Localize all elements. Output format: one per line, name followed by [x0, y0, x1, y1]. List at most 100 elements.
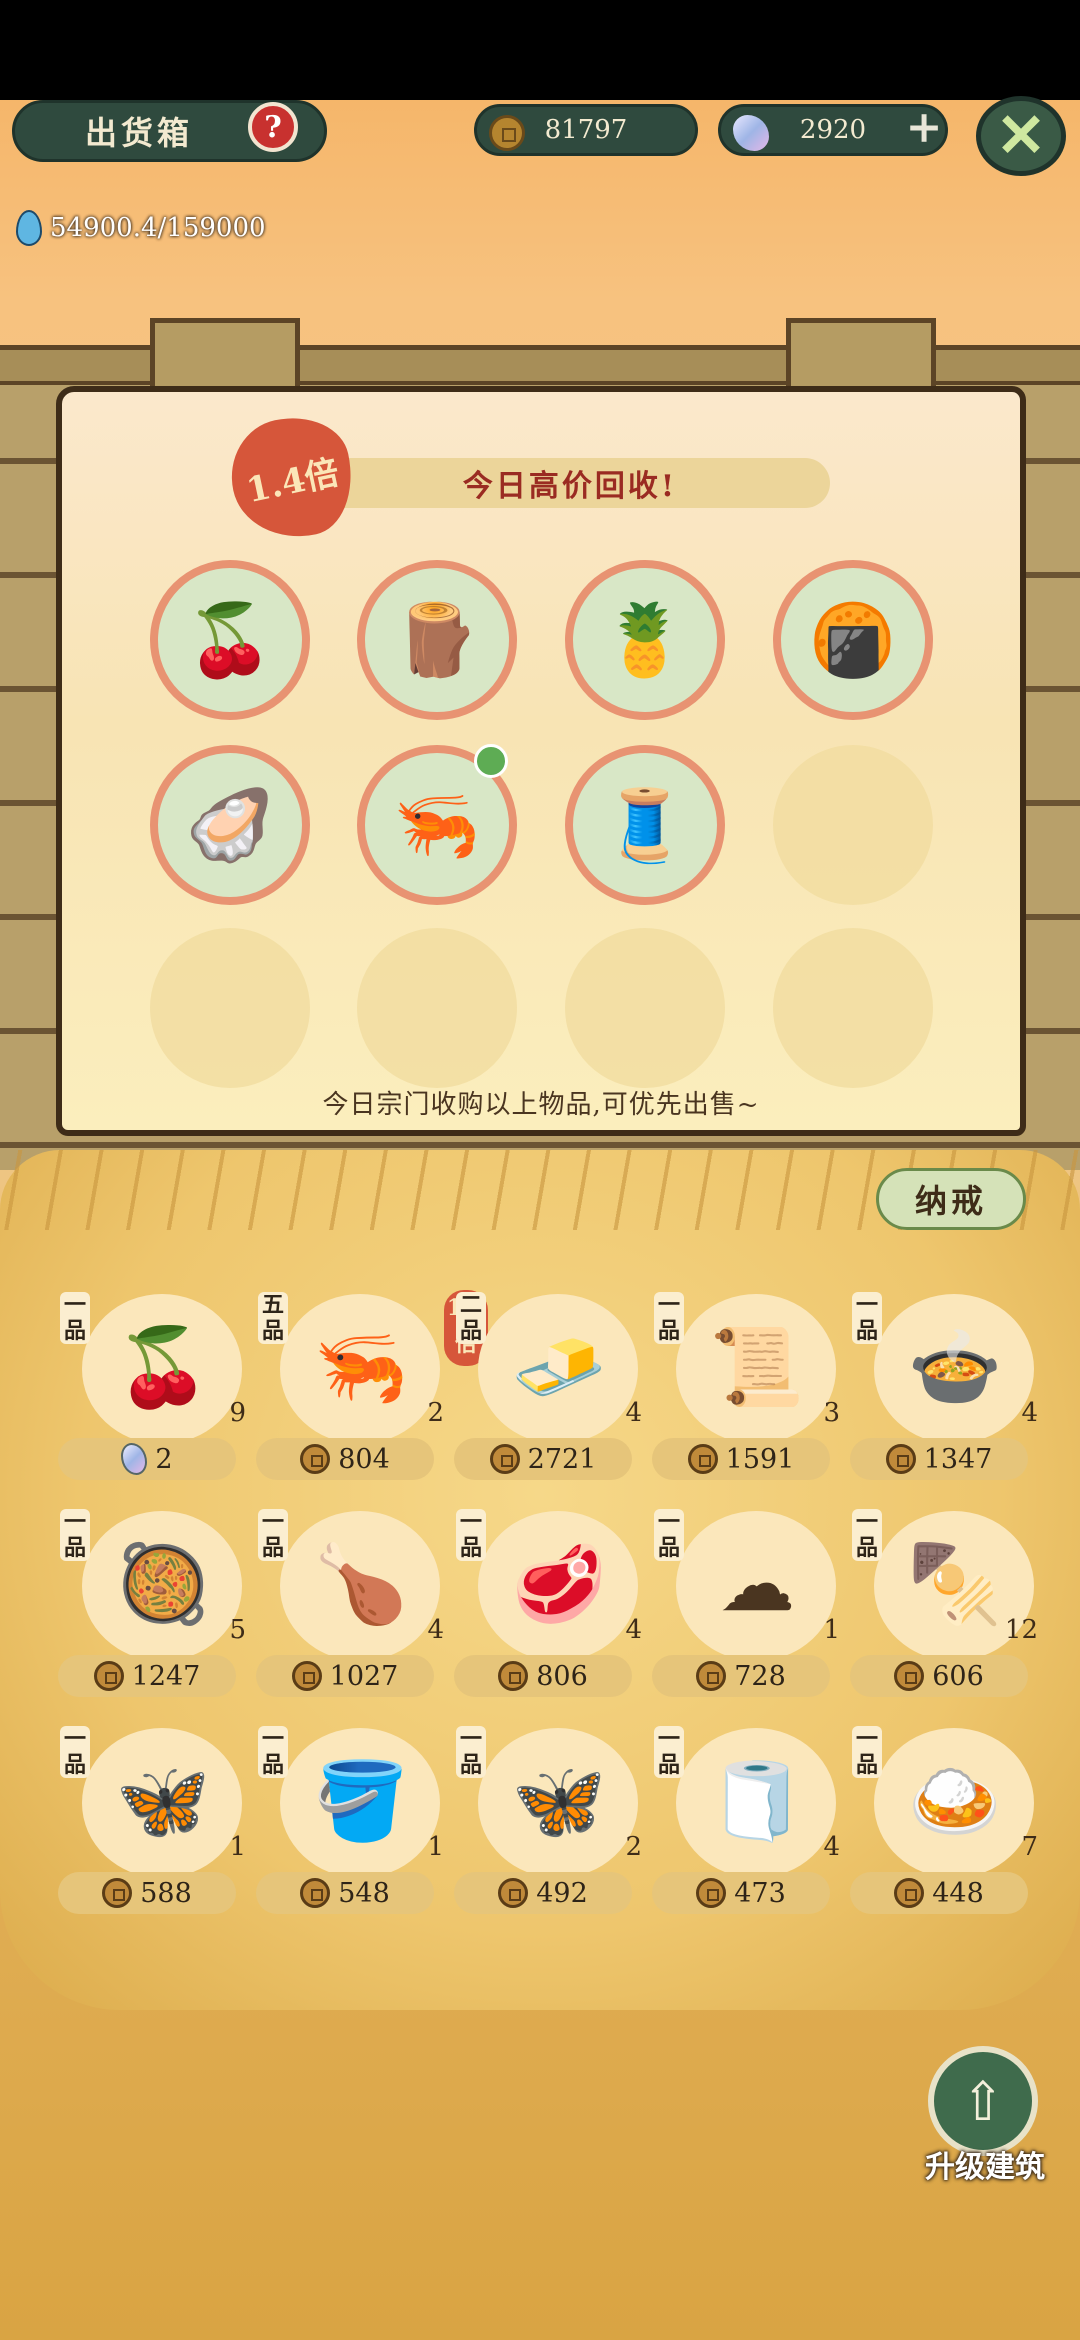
buyback-banner: 今日高价回收! — [310, 458, 830, 508]
item-count: 4 — [625, 1398, 642, 1428]
item-grade: 一品 — [654, 1726, 684, 1778]
item-grade: 一品 — [60, 1726, 90, 1778]
water-drop-icon — [16, 210, 42, 246]
upgrade-building-label[interactable]: 升级建筑 — [900, 2142, 1070, 2186]
add-gems-button[interactable]: + — [900, 106, 948, 154]
upgrade-building-button[interactable]: ⇧ — [928, 2046, 1038, 2156]
item-grade: 一品 — [258, 1726, 288, 1778]
cinnamon-icon: 🪵 — [393, 598, 481, 681]
lychee-icon: 🍒 — [186, 598, 274, 681]
item-price: 1591 — [652, 1438, 830, 1480]
item-count: 4 — [1021, 1398, 1038, 1428]
coin-icon — [498, 1878, 529, 1908]
help-icon[interactable]: ? — [248, 102, 298, 152]
storage-item[interactable]: 🍲 一品 4 1347 — [850, 1290, 1050, 1490]
water-capacity: 54900.4/159000 — [16, 206, 266, 250]
item-grade: 一品 — [60, 1292, 90, 1344]
storage-tag: 纳戒 — [876, 1168, 1026, 1230]
storage-item[interactable]: 🍛 一品 7 448 — [850, 1724, 1050, 1924]
item-price-value: 448 — [932, 1877, 984, 1909]
coin-icon — [291, 1661, 322, 1691]
item-count: 1 — [229, 1832, 246, 1862]
storage-item[interactable]: 🧻 一品 4 473 — [652, 1724, 852, 1924]
buyback-slot[interactable]: 🍍 — [565, 560, 725, 720]
item-grade: 一品 — [654, 1292, 684, 1344]
scallop-icon: 🦪 — [186, 783, 274, 866]
storage-item[interactable]: 🍢 一品 12 606 — [850, 1507, 1050, 1707]
item-price: 806 — [454, 1655, 632, 1697]
item-price-value: 1591 — [725, 1443, 795, 1475]
item-price: 473 — [652, 1872, 830, 1914]
item-price: 548 — [256, 1872, 434, 1914]
item-price: 2 — [58, 1438, 236, 1480]
blue-shrimp-icon: 🦐 — [313, 1322, 409, 1411]
close-button[interactable]: ✕ — [976, 96, 1066, 176]
storage-item[interactable]: 🍒 一品 9 2 — [58, 1290, 258, 1490]
buyback-slot[interactable]: 🦪 — [150, 745, 310, 905]
page-title-text: 出货箱 — [85, 114, 194, 152]
item-grade: 一品 — [456, 1726, 486, 1778]
item-price: 728 — [652, 1655, 830, 1697]
item-count: 5 — [229, 1615, 246, 1645]
buyback-slot[interactable]: 🍘 — [773, 560, 933, 720]
pineapple-icon: 🍍 — [601, 598, 689, 681]
upgrade-building-icon: ⇧ — [960, 2069, 1006, 2133]
item-grade: 二品 — [456, 1292, 486, 1344]
item-grade: 一品 — [456, 1509, 486, 1561]
item-price: 492 — [454, 1872, 632, 1914]
status-bar — [0, 0, 1080, 100]
empty-slot — [565, 928, 725, 1088]
dark-butterfly-icon: 🦋 — [511, 1756, 607, 1845]
roast-duck-icon: 🍗 — [313, 1539, 409, 1628]
item-price: 804 — [256, 1438, 434, 1480]
scroll-icon: 📜 — [709, 1322, 805, 1411]
coin-icon — [885, 1444, 916, 1474]
storage-item[interactable]: 📜 一品 3 1591 — [652, 1290, 852, 1490]
item-price-value: 2721 — [527, 1443, 597, 1475]
cloth-roll-icon: 🧻 — [709, 1756, 805, 1845]
empty-slot — [773, 928, 933, 1088]
item-price-value: 728 — [734, 1660, 786, 1692]
storage-item[interactable]: 🍗 一品 4 1027 — [256, 1507, 456, 1707]
item-count: 12 — [1004, 1615, 1038, 1645]
empty-slot — [150, 928, 310, 1088]
storage-item[interactable]: 🧈 二品 4 2721 — [454, 1290, 654, 1490]
coin-amount: 81797 — [544, 115, 628, 145]
item-price-value: 492 — [536, 1877, 588, 1909]
empty-slot — [357, 928, 517, 1088]
item-count: 2 — [427, 1398, 444, 1428]
item-price-value: 588 — [140, 1877, 192, 1909]
coin-icon — [894, 1661, 925, 1691]
item-price: 1247 — [58, 1655, 236, 1697]
storage-item[interactable]: 🦐五品21.4倍804 — [256, 1290, 488, 1490]
item-price-value: 606 — [932, 1660, 984, 1692]
storage-item[interactable]: 🥘 一品 5 1247 — [58, 1507, 258, 1707]
gray-butterfly-icon: 🦋 — [115, 1756, 211, 1845]
lychee-icon: 🍒 — [115, 1322, 211, 1411]
silk-spool-icon: 🧵 — [601, 783, 689, 866]
buyback-slot[interactable]: 🪵 — [357, 560, 517, 720]
storage-item[interactable]: 🥩 一品 4 806 — [454, 1507, 654, 1707]
coin-icon — [687, 1444, 718, 1474]
item-price: 1027 — [256, 1655, 434, 1697]
item-count: 9 — [229, 1398, 246, 1428]
buyback-slot[interactable]: 🍒 — [150, 560, 310, 720]
coin-icon — [300, 1444, 331, 1474]
buyback-slot[interactable]: 🧵 — [565, 745, 725, 905]
coin-icon — [102, 1878, 133, 1908]
item-price: 588 — [58, 1872, 236, 1914]
storage-item[interactable]: ☁ 一品 1 728 — [652, 1507, 852, 1707]
item-grade: 一品 — [852, 1292, 882, 1344]
storage-item[interactable]: 🦋 一品 2 492 — [454, 1724, 654, 1924]
item-count: 7 — [1021, 1832, 1038, 1862]
coin-icon — [300, 1878, 331, 1908]
storage-item[interactable]: 🦋 一品 1 588 — [58, 1724, 258, 1924]
item-price: 448 — [850, 1872, 1028, 1914]
gem-amount: 2920 — [799, 115, 867, 145]
item-count: 1 — [823, 1615, 840, 1645]
coin-icon — [489, 115, 525, 151]
poster-note: 今日宗门收购以上物品,可优先出售~ — [322, 1090, 760, 1120]
storage-item[interactable]: 🪣 一品 1 548 — [256, 1724, 456, 1924]
item-price: 1347 — [850, 1438, 1028, 1480]
item-price-value: 473 — [734, 1877, 786, 1909]
